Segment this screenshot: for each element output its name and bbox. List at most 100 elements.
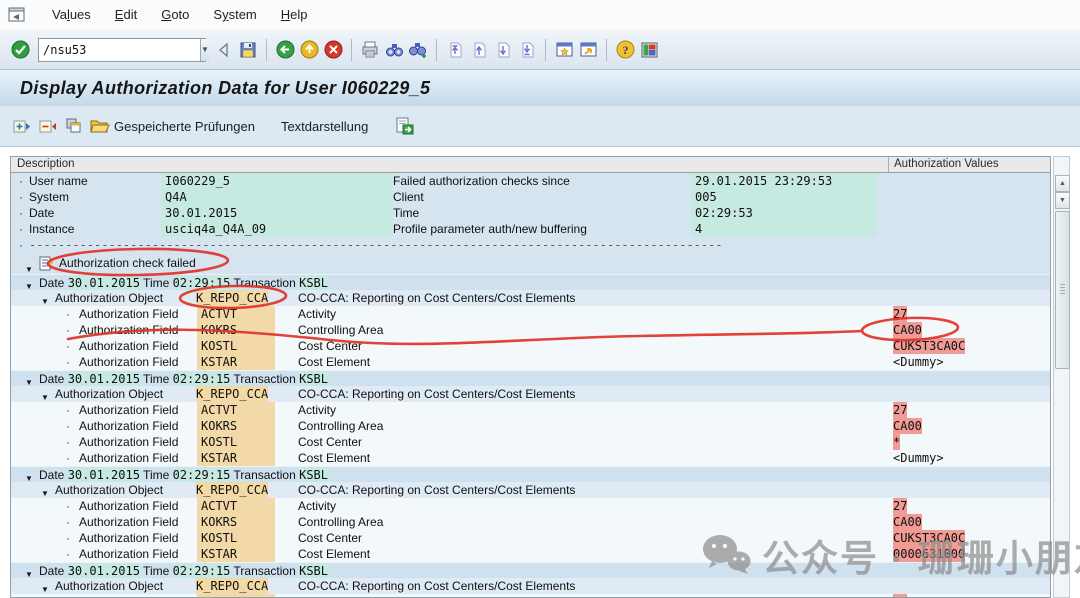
field-row[interactable]: ·Authorization FieldACTVTActivity27 bbox=[11, 402, 1050, 418]
authorization-value: 27 bbox=[893, 402, 907, 418]
date-value: 30.01.2015 bbox=[68, 564, 140, 578]
authorization-field-code: ACTVT bbox=[201, 594, 237, 598]
transaction-value: KSBL bbox=[299, 564, 328, 578]
separator-dashes: ----------------------------------------… bbox=[29, 237, 723, 253]
info-row: ·SystemQ4AClient005 bbox=[11, 189, 1050, 205]
field-row[interactable]: ·Authorization FieldACTVTActivity27 bbox=[11, 498, 1050, 514]
transaction-prefix: Transaction bbox=[230, 564, 299, 578]
object-node-row[interactable]: ▼Authorization ObjectK_REPO_CCACO-CCA: R… bbox=[11, 290, 1050, 306]
field-prefix: Authorization Field bbox=[79, 450, 178, 466]
root-node-row[interactable]: ▼Authorization check failed bbox=[11, 253, 1050, 274]
exit-icon[interactable] bbox=[298, 39, 320, 61]
info-label: User name bbox=[29, 173, 88, 189]
field-prefix: Authorization Field bbox=[79, 418, 178, 434]
column-header-description: Description bbox=[17, 157, 75, 172]
authorization-value: * bbox=[893, 434, 900, 450]
bullet-icon: · bbox=[66, 354, 70, 370]
info-label-2: Time bbox=[393, 205, 419, 221]
find-icon[interactable] bbox=[383, 39, 405, 61]
info-label-2: Profile parameter auth/new buffering bbox=[393, 221, 587, 237]
date-prefix: Date bbox=[39, 276, 68, 290]
bullet-icon: · bbox=[19, 189, 23, 205]
expand-all-icon[interactable] bbox=[12, 116, 32, 136]
enter-icon[interactable] bbox=[9, 39, 31, 61]
copy-subtree-icon[interactable] bbox=[64, 116, 84, 136]
field-row[interactable]: ·Authorization FieldACTVTActivity27 bbox=[11, 594, 1050, 598]
menu-item-help[interactable]: Help bbox=[269, 1, 320, 28]
collapse-all-icon[interactable] bbox=[38, 116, 58, 136]
saved-checks-button[interactable]: Gespeicherte Prüfungen bbox=[90, 116, 255, 136]
info-row: ·User nameI060229_5Failed authorization … bbox=[11, 173, 1050, 189]
authorization-field-code: KSTAR bbox=[201, 450, 237, 466]
date-node-row[interactable]: ▼Date 30.01.2015 Time 02:29:15 Transacti… bbox=[11, 274, 1050, 290]
export-icon[interactable] bbox=[394, 116, 414, 136]
object-node-row[interactable]: ▼Authorization ObjectK_REPO_CCACO-CCA: R… bbox=[11, 578, 1050, 594]
command-field-dropdown-icon[interactable]: ▼ bbox=[200, 39, 209, 61]
field-row[interactable]: ·Authorization FieldKOSTLCost CenterCUKS… bbox=[11, 338, 1050, 354]
field-row[interactable]: ·Authorization FieldACTVTActivity27 bbox=[11, 306, 1050, 322]
print-icon[interactable] bbox=[359, 39, 381, 61]
page-title: Display Authorization Data for User I060… bbox=[20, 78, 430, 99]
info-value-2: 005 bbox=[695, 189, 717, 205]
date-node-row[interactable]: ▼Date 30.01.2015 Time 02:29:15 Transacti… bbox=[11, 562, 1050, 578]
authorization-field-code: KSTAR bbox=[201, 354, 237, 370]
previous-page-icon[interactable] bbox=[468, 39, 490, 61]
bullet-icon: · bbox=[19, 173, 23, 189]
authorization-field-code: KSTAR bbox=[201, 546, 237, 562]
scrollbar-down-button[interactable]: ▼ bbox=[1055, 192, 1070, 209]
create-shortcut-icon[interactable] bbox=[577, 39, 599, 61]
scrollbar-up-button[interactable]: ▲ bbox=[1055, 175, 1070, 192]
authorization-value: 27 bbox=[893, 306, 907, 322]
vertical-scrollbar[interactable]: ▲ ▼ bbox=[1053, 156, 1070, 598]
object-node-row[interactable]: ▼Authorization ObjectK_REPO_CCACO-CCA: R… bbox=[11, 482, 1050, 498]
transaction-value: KSBL bbox=[299, 372, 328, 386]
system-menu-icon[interactable] bbox=[8, 7, 26, 23]
last-page-icon[interactable] bbox=[516, 39, 538, 61]
field-row[interactable]: ·Authorization FieldKOKRSControlling Are… bbox=[11, 322, 1050, 338]
date-value: 30.01.2015 bbox=[68, 372, 140, 386]
menu-item-edit[interactable]: Edit bbox=[103, 1, 149, 28]
back-nav-icon[interactable] bbox=[213, 39, 235, 61]
scrollbar-thumb[interactable] bbox=[1055, 211, 1070, 369]
field-prefix: Authorization Field bbox=[79, 530, 178, 546]
info-value: Q4A bbox=[165, 189, 187, 205]
back-icon[interactable] bbox=[274, 39, 296, 61]
text-display-button[interactable]: Textdarstellung bbox=[281, 119, 368, 134]
authorization-field-code: KOSTL bbox=[201, 434, 237, 450]
field-row[interactable]: ·Authorization FieldKSTARCost Element<Du… bbox=[11, 354, 1050, 370]
save-icon[interactable] bbox=[237, 39, 259, 61]
authorization-value: CUKST3CA0C bbox=[893, 530, 965, 546]
new-session-icon[interactable] bbox=[553, 39, 575, 61]
bullet-icon: · bbox=[66, 594, 70, 598]
authorization-value: 27 bbox=[893, 594, 907, 598]
info-value-highlight: I060229_5 bbox=[161, 173, 393, 189]
menu-item-values[interactable]: Values bbox=[40, 1, 103, 28]
field-row[interactable]: ·Authorization FieldKOSTLCost CenterCUKS… bbox=[11, 530, 1050, 546]
field-row[interactable]: ·Authorization FieldKOSTLCost Center* bbox=[11, 434, 1050, 450]
info-value: 30.01.2015 bbox=[165, 205, 237, 221]
bullet-icon: · bbox=[19, 205, 23, 221]
first-page-icon[interactable] bbox=[444, 39, 466, 61]
sap-gui-window: ValuesEditGotoSystemHelp ▼ bbox=[0, 0, 1080, 598]
customize-layout-icon[interactable] bbox=[638, 39, 660, 61]
cancel-icon[interactable] bbox=[322, 39, 344, 61]
info-value: I060229_5 bbox=[165, 173, 230, 189]
object-node-row[interactable]: ▼Authorization ObjectK_REPO_CCACO-CCA: R… bbox=[11, 386, 1050, 402]
date-node-row[interactable]: ▼Date 30.01.2015 Time 02:29:15 Transacti… bbox=[11, 466, 1050, 482]
menu-item-goto[interactable]: Goto bbox=[149, 1, 201, 28]
command-field[interactable] bbox=[39, 39, 200, 61]
date-node-row[interactable]: ▼Date 30.01.2015 Time 02:29:15 Transacti… bbox=[11, 370, 1050, 386]
info-label: System bbox=[29, 189, 69, 205]
authorization-field-text: Cost Center bbox=[298, 530, 362, 546]
column-divider[interactable] bbox=[888, 157, 889, 172]
menu-item-system[interactable]: System bbox=[201, 1, 268, 28]
authorization-field-code: ACTVT bbox=[201, 402, 237, 418]
field-row[interactable]: ·Authorization FieldKSTARCost Element000… bbox=[11, 546, 1050, 562]
authorization-object-text: CO-CCA: Reporting on Cost Centers/Cost E… bbox=[298, 578, 575, 594]
field-row[interactable]: ·Authorization FieldKOKRSControlling Are… bbox=[11, 514, 1050, 530]
find-next-icon[interactable] bbox=[407, 39, 429, 61]
field-row[interactable]: ·Authorization FieldKOKRSControlling Are… bbox=[11, 418, 1050, 434]
field-row[interactable]: ·Authorization FieldKSTARCost Element<Du… bbox=[11, 450, 1050, 466]
next-page-icon[interactable] bbox=[492, 39, 514, 61]
help-icon[interactable]: ? bbox=[614, 39, 636, 61]
